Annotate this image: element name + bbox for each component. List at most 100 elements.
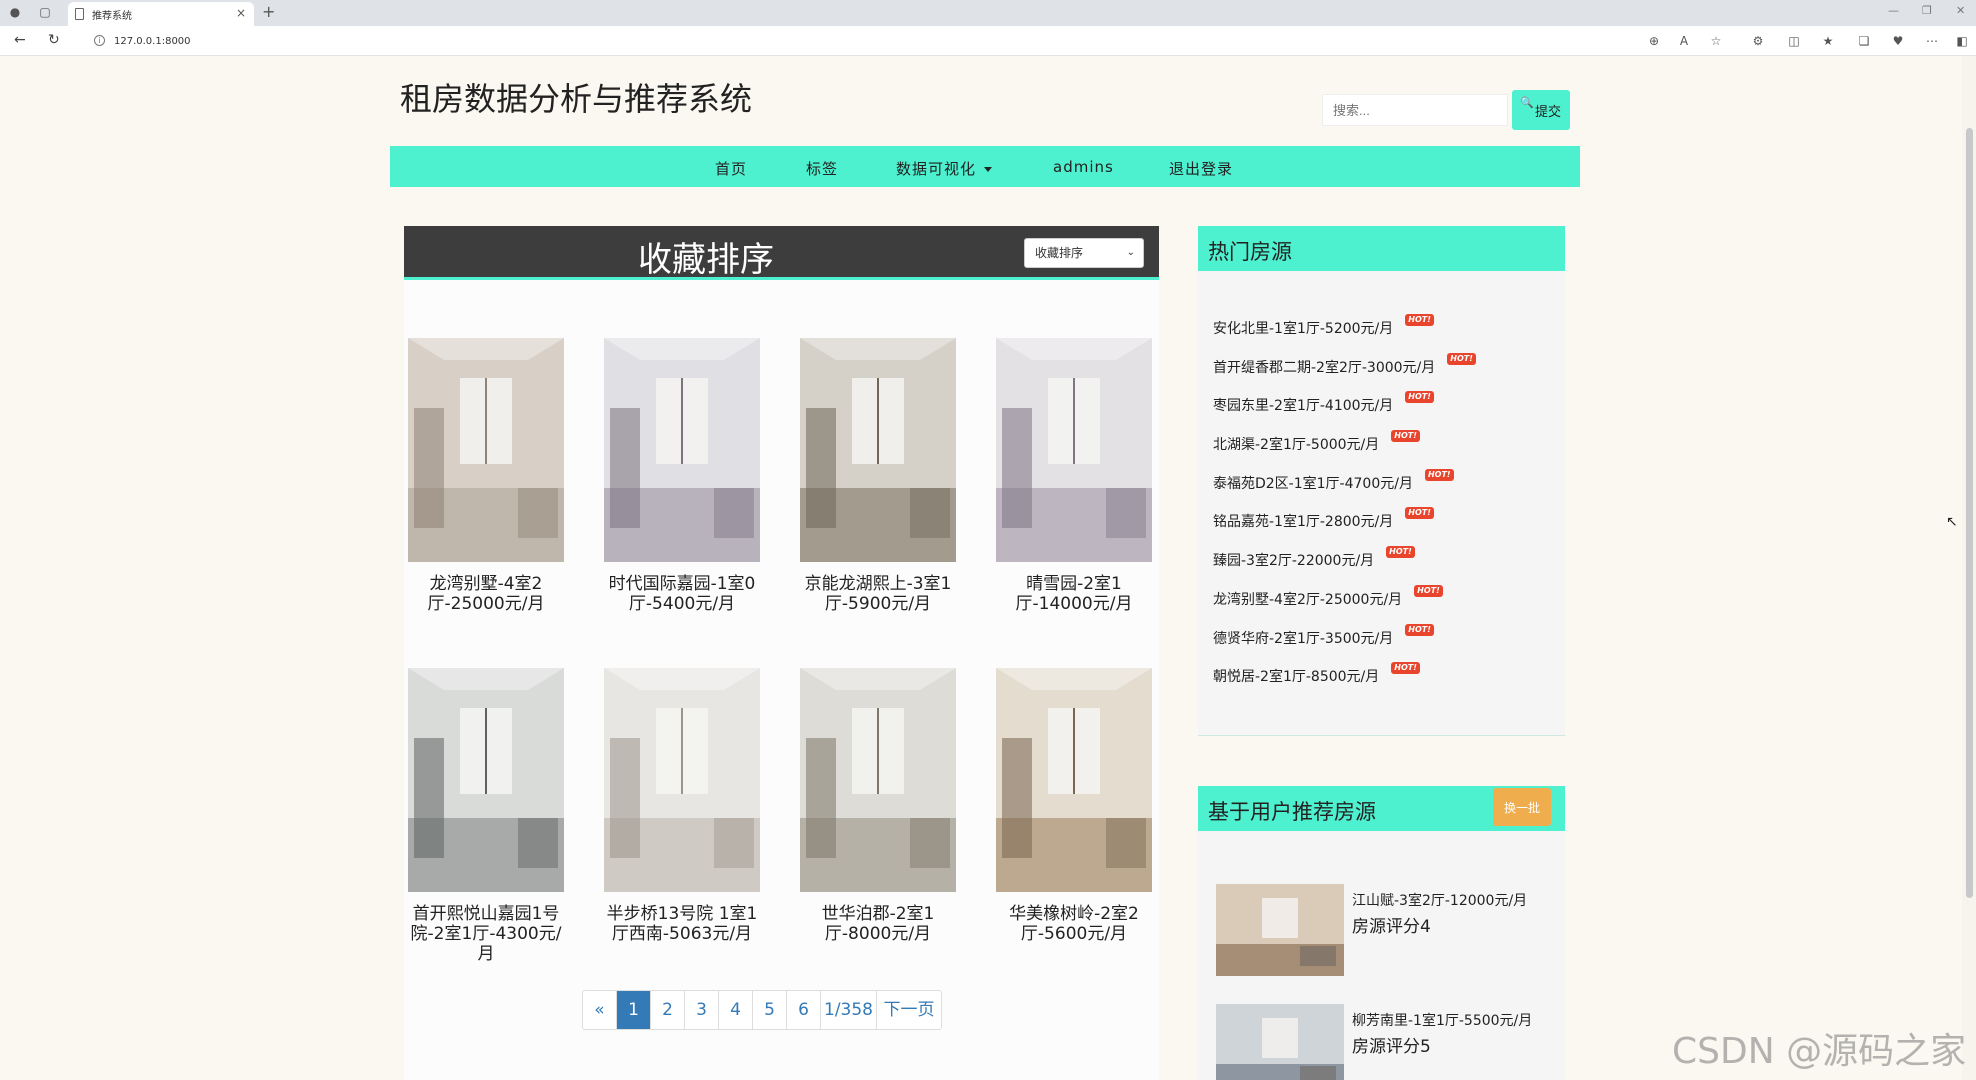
nav-admins[interactable]: admins — [1053, 158, 1114, 176]
refresh-button[interactable]: 换一批 — [1493, 788, 1551, 826]
hot-listing-item[interactable]: 铭品嘉苑-1室1厅-2800元/月 HOT! — [1213, 507, 1476, 550]
hot-listing-item[interactable]: 朝悦居-2室1厅-8500元/月 HOT! — [1213, 662, 1476, 705]
page-scrollbar[interactable] — [1962, 56, 1976, 1080]
listing-photo[interactable] — [604, 338, 760, 562]
favorite-star-icon[interactable]: ☆ — [1708, 33, 1724, 49]
page-next[interactable]: 下一页 — [877, 991, 941, 1029]
listing-photo[interactable] — [604, 668, 760, 892]
favorites-icon[interactable]: ★ — [1820, 33, 1836, 49]
page-prev[interactable]: « — [583, 991, 617, 1029]
caret-down-icon — [984, 167, 993, 172]
hot-badge: HOT! — [1405, 391, 1434, 404]
read-aloud-icon[interactable]: A — [1676, 33, 1692, 49]
extensions-icon[interactable]: ⚙ — [1750, 33, 1766, 49]
listing-card[interactable]: 时代国际嘉园-1室0厅-5400元/月 — [604, 338, 760, 614]
hot-listing-item[interactable]: 德贤华府-2室1厅-3500元/月 HOT! — [1213, 623, 1476, 667]
hot-listing-link[interactable]: 龙湾别墅-4室2厅-25000元/月 — [1213, 589, 1402, 609]
minimize-icon[interactable]: — — [1888, 4, 1899, 17]
back-icon[interactable]: ← — [14, 32, 26, 48]
hot-listing-link[interactable]: 枣园东里-2室1厅-4100元/月 — [1213, 395, 1393, 415]
browser-tab[interactable]: 推荐系统 × — [68, 2, 254, 26]
hot-listing-link[interactable]: 铭品嘉苑-1室1厅-2800元/月 — [1213, 511, 1393, 531]
new-tab-icon[interactable]: + — [262, 2, 275, 21]
nav-tags[interactable]: 标签 — [806, 158, 838, 179]
hot-listing-item[interactable]: 泰福苑D2区-1室1厅-4700元/月 HOT! — [1213, 468, 1476, 512]
listing-caption[interactable]: 华美橡树岭-2室2厅-5600元/月 — [996, 904, 1152, 944]
hot-listing-item[interactable]: 北湖渠-2室1厅-5000元/月 HOT! — [1213, 430, 1476, 473]
browser-essentials-icon[interactable]: ♥ — [1890, 33, 1906, 49]
listing-photo[interactable] — [800, 338, 956, 562]
listing-caption[interactable]: 京能龙湖熙上-3室1厅-5900元/月 — [800, 574, 956, 614]
page-4[interactable]: 4 — [719, 991, 753, 1029]
more-menu-icon[interactable]: ⋯ — [1924, 33, 1940, 49]
reload-icon[interactable]: ↻ — [48, 32, 60, 48]
hot-badge: HOT! — [1424, 468, 1454, 481]
listing-card[interactable]: 半步桥13号院 1室1厅西南-5063元/月 — [604, 668, 760, 944]
listing-card[interactable]: 晴雪园-2室1厅-14000元/月 — [996, 338, 1152, 614]
listing-caption[interactable]: 龙湾别墅-4室2厅-25000元/月 — [408, 574, 564, 614]
zoom-icon[interactable]: ⊕ — [1646, 33, 1662, 49]
listing-card[interactable]: 首开熙悦山嘉园1号院-2室1厅-4300元/月 — [408, 668, 564, 964]
listing-caption[interactable]: 时代国际嘉园-1室0厅-5400元/月 — [604, 574, 760, 614]
listing-caption[interactable]: 世华泊郡-2室1厅-8000元/月 — [800, 904, 956, 944]
hot-listing-link[interactable]: 安化北里-1室1厅-5200元/月 — [1213, 318, 1393, 338]
listing-caption[interactable]: 首开熙悦山嘉园1号院-2室1厅-4300元/月 — [408, 904, 564, 964]
listing-photo[interactable] — [408, 338, 564, 562]
nav-data-visualization[interactable]: 数据可视化 — [896, 158, 993, 179]
listing-card[interactable]: 世华泊郡-2室1厅-8000元/月 — [800, 668, 956, 944]
page-counter[interactable]: 1/358 — [821, 991, 877, 1029]
page-1[interactable]: 1 — [617, 991, 651, 1029]
profile-icon[interactable]: ● — [8, 5, 22, 19]
sort-select[interactable]: 收藏排序 ⌄ — [1024, 238, 1144, 268]
listing-photo[interactable] — [800, 668, 956, 892]
hot-listing-item[interactable]: 安化北里-1室1厅-5200元/月 HOT! — [1213, 314, 1476, 357]
hot-listing-link[interactable]: 泰福苑D2区-1室1厅-4700元/月 — [1213, 473, 1413, 493]
listing-photo[interactable] — [996, 668, 1152, 892]
page-2[interactable]: 2 — [651, 991, 685, 1029]
hot-listings-panel: 热门房源 安化北里-1室1厅-5200元/月 HOT! 首开缇香郡二期-2室2厅-3… — [1198, 226, 1565, 736]
site-info-icon[interactable]: i — [94, 35, 105, 46]
page-3[interactable]: 3 — [685, 991, 719, 1029]
close-tab-icon[interactable]: × — [236, 6, 246, 20]
listing-card[interactable]: 华美橡树岭-2室2厅-5600元/月 — [996, 668, 1152, 944]
listing-photo[interactable] — [408, 668, 564, 892]
search-submit-button[interactable]: 🔍 提交 — [1512, 90, 1570, 130]
collections-icon[interactable]: ❏ — [1856, 33, 1872, 49]
hot-listing-item[interactable]: 龙湾别墅-4室2厅-25000元/月 HOT! — [1213, 584, 1476, 628]
hot-listing-link[interactable]: 朝悦居-2室1厅-8500元/月 — [1213, 666, 1379, 686]
recommend-title-link[interactable]: 柳芳南里-1室1厅-5500元/月 — [1352, 1010, 1532, 1030]
recommend-photo[interactable] — [1216, 1004, 1344, 1080]
hot-listing-item[interactable]: 枣园东里-2室1厅-4100元/月 HOT! — [1213, 391, 1476, 434]
listing-photo[interactable] — [996, 338, 1152, 562]
hot-listing-item[interactable]: 首开缇香郡二期-2室2厅-3000元/月 HOT! — [1213, 352, 1476, 396]
url-field[interactable]: i 127.0.0.1:8000 — [82, 30, 1682, 52]
close-window-icon[interactable]: ✕ — [1956, 4, 1965, 17]
split-screen-icon[interactable]: ◫ — [1786, 33, 1802, 49]
page-6[interactable]: 6 — [787, 991, 821, 1029]
scrollbar-thumb[interactable] — [1966, 128, 1973, 898]
recommend-score: 房源评分4 — [1352, 917, 1431, 937]
search-input[interactable] — [1322, 94, 1508, 126]
listing-card[interactable]: 京能龙湖熙上-3室1厅-5900元/月 — [800, 338, 956, 614]
page-5[interactable]: 5 — [753, 991, 787, 1029]
hot-listing-item[interactable]: 臻园-3室2厅-22000元/月 HOT! — [1213, 546, 1476, 589]
recommend-title-link[interactable]: 江山赋-3室2厅-12000元/月 — [1352, 890, 1527, 910]
hot-listings-title: 热门房源 — [1208, 240, 1292, 264]
hot-listing-link[interactable]: 首开缇香郡二期-2室2厅-3000元/月 — [1213, 357, 1435, 377]
recommend-item[interactable]: 柳芳南里-1室1厅-5500元/月 房源评分5 — [1216, 1004, 1556, 1080]
hot-badge: HOT! — [1447, 352, 1476, 365]
listing-card[interactable]: 龙湾别墅-4室2厅-25000元/月 — [408, 338, 564, 614]
tab-actions-icon[interactable]: ▢ — [38, 5, 52, 19]
hot-listing-link[interactable]: 德贤华府-2室1厅-3500元/月 — [1213, 628, 1393, 648]
hot-listing-link[interactable]: 臻园-3室2厅-22000元/月 — [1213, 550, 1374, 570]
recommend-item[interactable]: 江山赋-3室2厅-12000元/月 房源评分4 — [1216, 884, 1556, 976]
nav-logout[interactable]: 退出登录 — [1169, 158, 1233, 179]
nav-home[interactable]: 首页 — [715, 158, 747, 179]
sort-select-value: 收藏排序 — [1035, 246, 1084, 260]
recommend-photo[interactable] — [1216, 884, 1344, 976]
hot-listing-link[interactable]: 北湖渠-2室1厅-5000元/月 — [1213, 434, 1379, 454]
restore-icon[interactable]: ❐ — [1922, 4, 1932, 17]
sidebar-toggle-icon[interactable]: ◧ — [1954, 33, 1970, 49]
listing-caption[interactable]: 晴雪园-2室1厅-14000元/月 — [996, 574, 1152, 614]
listing-caption[interactable]: 半步桥13号院 1室1厅西南-5063元/月 — [604, 904, 760, 944]
